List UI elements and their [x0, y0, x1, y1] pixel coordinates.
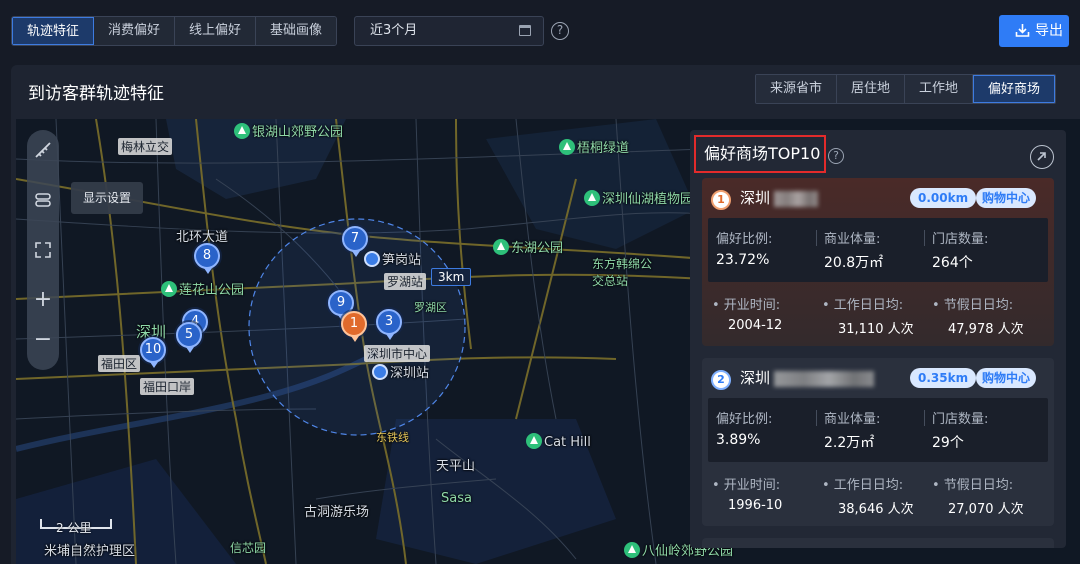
help-icon[interactable]: ?	[828, 148, 844, 164]
map-label-cathill: Cat Hill	[526, 433, 591, 450]
map-label-road: 北环大道	[176, 230, 229, 245]
stat-opening: • 开业时间: 2004-12	[712, 298, 783, 333]
redacted-name	[774, 191, 818, 207]
map-controls: + −	[27, 130, 59, 370]
distance-badge: 0.35km	[910, 368, 977, 388]
redacted-name	[774, 371, 874, 387]
zoom-out-icon[interactable]: −	[31, 328, 55, 352]
map-label-sasa: Sasa	[441, 491, 472, 506]
tab-workplace[interactable]: 工作地	[905, 75, 974, 103]
map-scale-label: 2 公里	[56, 521, 92, 535]
map-label-futian: 福田区	[98, 355, 141, 372]
metric-stores: 门店数量: 264个	[924, 218, 1032, 282]
map-label-interchange: 梅林立交	[118, 138, 173, 155]
map-label-greenway: 梧桐绿道	[559, 137, 629, 156]
radius-label: 3km	[431, 268, 472, 286]
map-label-botanical: 深圳仙湖植物园	[584, 188, 693, 207]
park-icon	[526, 433, 542, 449]
tab-preferred-mall[interactable]: 偏好商场	[973, 75, 1056, 103]
stat-holiday: • 节假日日均: 47,978 人次	[932, 298, 1024, 337]
stat-weekday: • 工作日日均: 38,646 人次	[822, 478, 914, 517]
map-label-maipo: 米埔自然护理区	[44, 544, 136, 559]
map-label-luohu-station: 罗湖站	[384, 273, 427, 290]
map-label-park: 银湖山郊野公园	[234, 121, 343, 140]
map-label-donghu: 东湖公园	[493, 237, 563, 256]
fullscreen-icon[interactable]	[31, 238, 55, 262]
distance-badge: 0.00km	[910, 188, 977, 208]
export-label: 导出	[1035, 23, 1063, 39]
rank-badge: 1	[711, 190, 731, 210]
map-label-bus: 东方韩绵公交总站	[592, 257, 653, 288]
metric-preference: 偏好比例: 3.89%	[716, 412, 773, 448]
map-label-tianping: 天平山	[436, 459, 476, 474]
zoom-in-icon[interactable]: +	[31, 288, 55, 312]
top-malls-card: 偏好商场TOP10 ? 1 深圳 0.00km 购物中心 偏好比例: 23.72…	[690, 130, 1066, 548]
metric-stores: 门店数量: 29个	[924, 398, 1032, 462]
map-label-port: 福田口岸	[140, 378, 195, 395]
panel-title: 到访客群轨迹特征	[28, 84, 164, 104]
map-label-railway: 东铁线	[376, 431, 409, 444]
stat-opening: • 开业时间: 1996-10	[712, 478, 783, 513]
download-icon	[1015, 24, 1030, 37]
park-icon	[624, 542, 640, 558]
metrics-box: 偏好比例: 23.72% 商业体量: 20.8万㎡ 门店数量: 264个	[708, 218, 1048, 282]
park-icon	[161, 281, 177, 297]
tab-consumption[interactable]: 消费偏好	[94, 17, 176, 45]
park-icon	[559, 139, 575, 155]
tab-online[interactable]: 线上偏好	[175, 17, 257, 45]
map-label-sz-station: 深圳站	[372, 362, 429, 381]
dimension-tabs: 来源省市 居住地 工作地 偏好商场	[755, 74, 1057, 104]
display-settings-button[interactable]: 显示设置	[71, 182, 143, 214]
station-icon	[364, 251, 380, 267]
type-badge: 购物中心	[976, 188, 1037, 208]
mall-marker-8[interactable]: 8	[194, 243, 220, 274]
analysis-tabs: 轨迹特征 消费偏好 线上偏好 基础画像	[11, 16, 338, 46]
map-label-lianhua: 莲花山公园	[161, 279, 244, 298]
map-label-station: 笋岗站	[364, 249, 421, 268]
tab-residence[interactable]: 居住地	[837, 75, 906, 103]
mall-marker-1[interactable]: 1	[341, 311, 367, 342]
park-icon	[493, 239, 509, 255]
date-range-value: 近3个月	[370, 23, 418, 38]
mall-item-3-peek	[702, 538, 1054, 548]
mall-marker-5[interactable]: 5	[176, 322, 202, 353]
mall-item-1[interactable]: 1 深圳 0.00km 购物中心 偏好比例: 23.72% 商业体量: 20.8…	[702, 178, 1054, 346]
park-icon	[584, 190, 600, 206]
station-icon	[372, 364, 388, 380]
map-label-district: 罗湖区	[414, 301, 447, 314]
mall-marker-3[interactable]: 3	[376, 309, 402, 340]
mall-marker-7[interactable]: 7	[342, 226, 368, 257]
map-label-kutung: 古洞游乐场	[304, 505, 370, 520]
metric-preference: 偏好比例: 23.72%	[716, 232, 773, 268]
ruler-icon[interactable]	[31, 138, 55, 162]
stat-holiday: • 节假日日均: 27,070 人次	[932, 478, 1024, 517]
mall-item-2[interactable]: 2 深圳 0.35km 购物中心 偏好比例: 3.89% 商业体量: 2.2万㎡…	[702, 358, 1054, 526]
rank-badge: 2	[711, 370, 731, 390]
map-label-xinxin: 信芯园	[230, 541, 267, 555]
tab-source-city[interactable]: 来源省市	[756, 75, 838, 103]
stat-weekday: • 工作日日均: 31,110 人次	[822, 298, 914, 337]
card-title: 偏好商场TOP10	[694, 135, 827, 173]
park-icon	[234, 123, 250, 139]
type-badge: 购物中心	[976, 368, 1037, 388]
map-label-center: 深圳市中心	[364, 345, 431, 362]
mall-name: 深圳	[740, 189, 771, 207]
metric-area: 商业体量: 2.2万㎡	[816, 398, 924, 462]
metrics-box: 偏好比例: 3.89% 商业体量: 2.2万㎡ 门店数量: 29个	[708, 398, 1048, 462]
tab-profile[interactable]: 基础画像	[256, 17, 337, 45]
layers-icon[interactable]	[31, 188, 55, 212]
help-icon[interactable]: ?	[551, 22, 569, 40]
calendar-icon	[519, 25, 531, 36]
expand-link-icon[interactable]	[1030, 145, 1054, 169]
stats-row: • 开业时间: 1996-10 • 工作日日均: 38,646 人次 • 节假日…	[708, 470, 1048, 520]
stats-row: • 开业时间: 2004-12 • 工作日日均: 31,110 人次 • 节假日…	[708, 290, 1048, 340]
metric-area: 商业体量: 20.8万㎡	[816, 218, 924, 282]
mall-name: 深圳	[740, 369, 771, 387]
date-range-picker[interactable]: 近3个月	[354, 16, 544, 46]
top-toolbar: 轨迹特征 消费偏好 线上偏好 基础画像 近3个月 ? 导出	[0, 0, 1080, 62]
export-button[interactable]: 导出	[999, 15, 1069, 47]
tab-trajectory[interactable]: 轨迹特征	[12, 17, 95, 45]
mall-marker-10[interactable]: 10	[140, 337, 166, 368]
